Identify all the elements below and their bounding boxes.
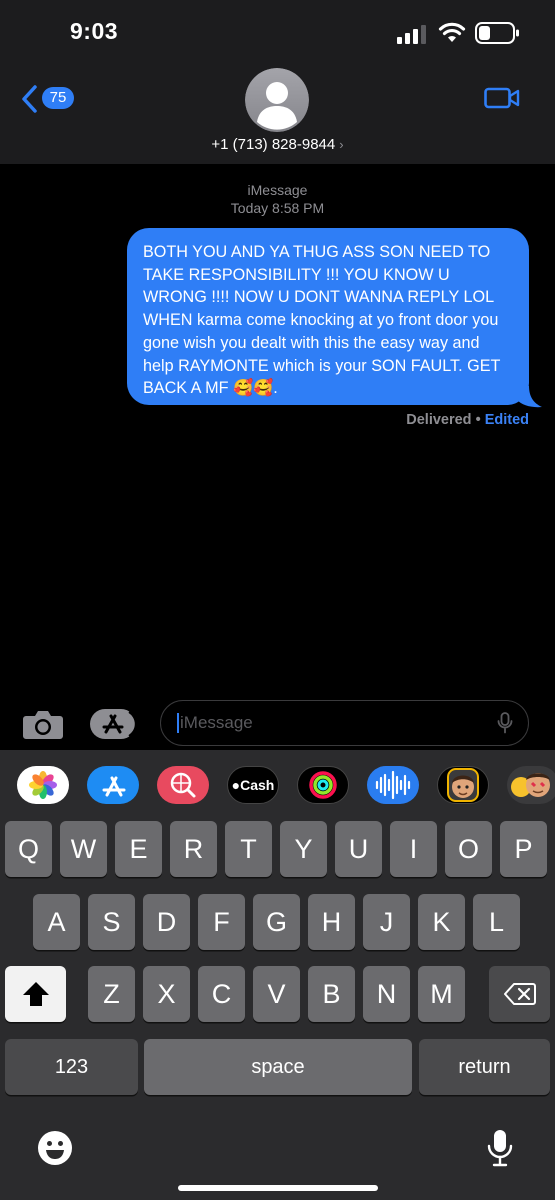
shift-key[interactable]	[5, 966, 66, 1022]
chevron-right-icon: ›	[339, 137, 344, 152]
audio-message-icon[interactable]	[367, 766, 419, 804]
space-key[interactable]: space	[144, 1039, 412, 1095]
status-time: 9:03	[70, 18, 119, 44]
delete-key[interactable]	[489, 966, 550, 1022]
message-placeholder: iMessage	[180, 713, 253, 732]
camera-icon[interactable]	[22, 708, 64, 740]
key-p[interactable]: P	[500, 821, 547, 877]
key-i[interactable]: I	[390, 821, 437, 877]
chevron-left-icon	[22, 85, 37, 113]
memoji-icon[interactable]	[437, 766, 489, 804]
key-z[interactable]: Z	[88, 966, 135, 1022]
facetime-video-icon[interactable]	[484, 86, 520, 110]
key-r[interactable]: R	[170, 821, 217, 877]
key-n[interactable]: N	[363, 966, 410, 1022]
status-separator: •	[471, 412, 485, 428]
numbers-key[interactable]: 123	[5, 1039, 138, 1095]
app-store-icon[interactable]	[87, 766, 139, 804]
contact-avatar[interactable]	[245, 68, 309, 132]
photos-icon[interactable]	[17, 766, 69, 804]
edited-link[interactable]: Edited	[485, 412, 529, 428]
return-key[interactable]: return	[419, 1039, 550, 1095]
unread-count-badge: 75	[42, 87, 74, 109]
key-h[interactable]: H	[308, 894, 355, 950]
key-s[interactable]: S	[88, 894, 135, 950]
wifi-icon	[438, 22, 466, 42]
delivery-status: Delivered • Edited	[406, 412, 529, 428]
cellular-signal-icon	[397, 25, 426, 44]
emoji-icon[interactable]	[37, 1130, 73, 1166]
key-x[interactable]: X	[143, 966, 190, 1022]
key-v[interactable]: V	[253, 966, 300, 1022]
key-j[interactable]: J	[363, 894, 410, 950]
service-label: iMessage	[247, 182, 308, 198]
memoji-stickers-icon[interactable]	[507, 766, 555, 804]
activity-icon[interactable]	[297, 766, 349, 804]
key-k[interactable]: K	[418, 894, 465, 950]
key-d[interactable]: D	[143, 894, 190, 950]
battery-icon	[475, 22, 519, 44]
backspace-icon	[503, 983, 536, 1005]
key-e[interactable]: E	[115, 821, 162, 877]
sent-message-bubble[interactable]: BOTH YOU AND YA THUG ASS SON NEED TO TAK…	[127, 228, 529, 405]
delivered-label: Delivered	[406, 412, 472, 428]
apple-cash-label: Cash	[240, 777, 275, 793]
shift-icon	[22, 982, 49, 1006]
key-c[interactable]: C	[198, 966, 245, 1022]
key-a[interactable]: A	[33, 894, 80, 950]
text-cursor	[177, 713, 179, 733]
key-t[interactable]: T	[225, 821, 272, 877]
key-l[interactable]: L	[473, 894, 520, 950]
key-m[interactable]: M	[418, 966, 465, 1022]
key-b[interactable]: B	[308, 966, 355, 1022]
dictation-mic-icon[interactable]	[497, 712, 513, 734]
key-f[interactable]: F	[198, 894, 245, 950]
message-timestamp: Today 8:58 PM	[230, 200, 325, 216]
apple-cash-icon[interactable]: ●Cash	[227, 766, 279, 804]
home-indicator	[178, 1185, 378, 1191]
app-store-apps-icon[interactable]	[89, 708, 137, 740]
contact-number: +1 (713) 828-9844	[211, 136, 336, 153]
contact-title[interactable]: +1 (713) 828-9844 ›	[0, 136, 555, 153]
key-o[interactable]: O	[445, 821, 492, 877]
key-y[interactable]: Y	[280, 821, 327, 877]
microphone-icon[interactable]	[486, 1128, 514, 1168]
key-g[interactable]: G	[253, 894, 300, 950]
message-input[interactable]: iMessage	[160, 700, 529, 746]
key-w[interactable]: W	[60, 821, 107, 877]
images-search-icon[interactable]	[157, 766, 209, 804]
back-button[interactable]: 75	[20, 84, 76, 114]
key-u[interactable]: U	[335, 821, 382, 877]
key-q[interactable]: Q	[5, 821, 52, 877]
